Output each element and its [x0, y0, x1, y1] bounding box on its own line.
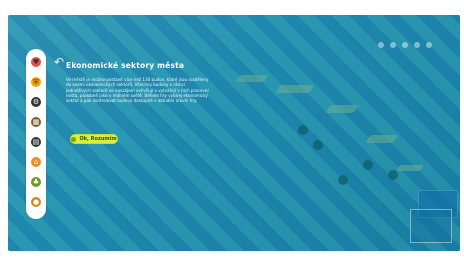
hud-indicator[interactable] [378, 42, 384, 48]
map-tile [275, 85, 315, 93]
shield-icon[interactable]: ⛨ [31, 77, 41, 87]
building-icon[interactable]: ▦ [31, 117, 41, 127]
coin-icon[interactable]: ● [31, 197, 41, 207]
bank-icon[interactable]: ⌂ [31, 157, 41, 167]
heart-icon[interactable]: ♥ [31, 57, 41, 67]
factory-icon[interactable]: ▤ [31, 137, 41, 147]
map-tile [325, 105, 359, 113]
confirm-button[interactable]: Ok, Rozumím [70, 134, 118, 144]
tutorial-title: Ekonomické sektory města [66, 61, 185, 70]
tutorial-body: Ve městě je možno postavit více než 130 … [66, 77, 209, 104]
economic-sector-sidebar: ♥ ⛨ ⚙ ▦ ▤ ⌂ ♣ ● [26, 49, 46, 219]
tree-icon [338, 175, 348, 185]
hud-indicator[interactable] [402, 42, 408, 48]
minimap[interactable] [410, 209, 452, 243]
game-frame: ♥ ⛨ ⚙ ▦ ▤ ⌂ ♣ ● ↶ Ekonomické sektory měs… [8, 15, 460, 251]
map-tile [365, 135, 399, 143]
tutorial-panel: Ekonomické sektory města Ve městě je mož… [66, 61, 226, 153]
hud-indicator[interactable] [390, 42, 396, 48]
map-tile [395, 165, 425, 171]
tree-icon [313, 140, 323, 150]
top-hud [378, 42, 432, 48]
hud-indicator[interactable] [414, 42, 420, 48]
confirm-label: Ok, Rozumím [79, 136, 117, 142]
tree-icon [388, 170, 398, 180]
check-icon [71, 136, 77, 142]
tree-icon [363, 160, 373, 170]
tree-icon [298, 125, 308, 135]
hud-indicator[interactable] [426, 42, 432, 48]
back-arrow-icon[interactable]: ↶ [54, 56, 64, 68]
gear-icon[interactable]: ⚙ [31, 97, 41, 107]
map-tile [235, 75, 269, 82]
plant-icon[interactable]: ♣ [31, 177, 41, 187]
